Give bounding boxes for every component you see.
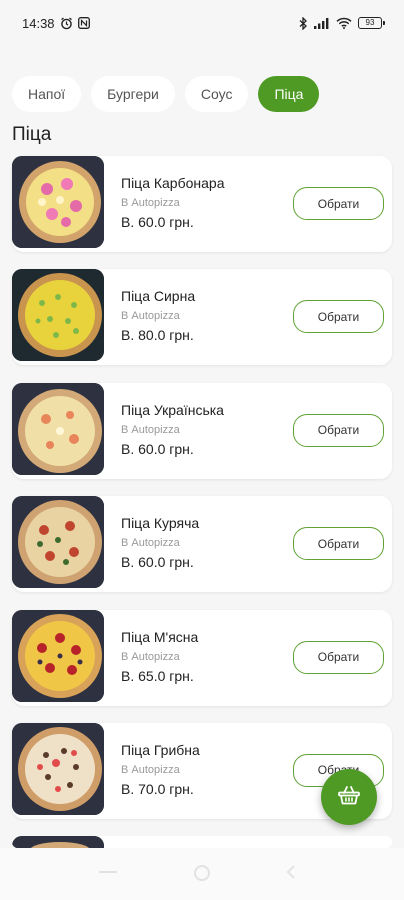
product-price: В. 60.0 грн. xyxy=(121,554,194,571)
product-name: Піца Карбонара xyxy=(121,175,225,191)
basket-button[interactable] xyxy=(321,769,377,825)
alarm-icon xyxy=(60,16,73,30)
product-list: Піца Карбонара В Autopizza В. 60.0 грн. … xyxy=(12,156,392,849)
status-right: 93 xyxy=(299,16,385,30)
product-vendor: В Autopizza xyxy=(121,763,180,776)
tab-napoi[interactable]: Напої xyxy=(12,76,82,112)
battery-icon: 93 xyxy=(358,17,385,29)
product-info: Піца Карбонара В Autopizza В. 60.0 грн. xyxy=(121,175,225,230)
product-vendor: В Autopizza xyxy=(121,310,180,323)
wifi-icon xyxy=(336,17,352,29)
recents-icon[interactable] xyxy=(98,868,118,886)
product-vendor: В Autopizza xyxy=(121,650,180,663)
status-bar: 14:38 93 xyxy=(0,0,404,46)
product-card[interactable]: Піца Куряча В Autopizza В. 60.0 грн. Обр… xyxy=(12,496,392,593)
system-nav-bar xyxy=(0,848,404,900)
tab-sous[interactable]: Соус xyxy=(184,76,249,112)
product-card[interactable]: Піца М'ясна В Autopizza В. 65.0 грн. Обр… xyxy=(12,609,392,706)
product-name: Піца Українська xyxy=(121,401,224,418)
product-price: В. 65.0 грн. xyxy=(121,667,194,684)
product-vendor: В Autopizza xyxy=(121,537,180,550)
category-tabs: Напої Бургери Соус Піца xyxy=(12,76,320,112)
section-title: Піца xyxy=(12,124,52,145)
product-name: Піца Грибна xyxy=(121,741,200,758)
select-button[interactable]: Обрати xyxy=(293,413,384,447)
product-info: Піца Куряча В Autopizza В. 60.0 грн. xyxy=(121,515,199,570)
tab-pitsa[interactable]: Піца xyxy=(258,76,320,112)
bluetooth-icon xyxy=(299,16,308,30)
pizza-image xyxy=(12,722,104,815)
select-button[interactable]: Обрати xyxy=(293,640,384,674)
product-name: Піца Куряча xyxy=(121,515,200,532)
product-vendor: В Autopizza xyxy=(121,423,180,436)
select-button[interactable]: Обрати xyxy=(293,300,384,334)
pizza-image xyxy=(12,382,104,475)
pizza-image xyxy=(12,836,104,849)
product-price: В. 60.0 грн. xyxy=(121,440,194,457)
signal-icon xyxy=(314,17,330,29)
product-price: В. 80.0 грн. xyxy=(121,327,194,344)
product-price: В. 60.0 грн. xyxy=(121,214,194,230)
product-card[interactable]: Піца Карбонара В Autopizza В. 60.0 грн. … xyxy=(12,156,392,252)
pizza-image xyxy=(12,609,104,702)
status-time: 14:38 xyxy=(22,15,55,31)
product-name: Піца М'ясна xyxy=(121,628,199,645)
pizza-image xyxy=(12,496,104,589)
product-info: Піца Сирна В Autopizza В. 80.0 грн. xyxy=(121,288,195,343)
basket-icon xyxy=(338,785,360,810)
product-info: Піца М'ясна В Autopizza В. 65.0 грн. xyxy=(121,629,198,684)
product-card-partial xyxy=(12,836,392,849)
product-name: Піца Сирна xyxy=(121,288,196,305)
battery-level: 93 xyxy=(365,18,375,27)
pizza-image xyxy=(12,269,104,362)
product-info: Піца Грибна В Autopizza В. 70.0 грн. xyxy=(121,742,200,797)
product-card[interactable]: Піца Українська В Autopizza В. 60.0 грн.… xyxy=(12,382,392,479)
tab-burgery[interactable]: Бургери xyxy=(91,76,175,112)
product-info: Піца Українська В Autopizza В. 60.0 грн. xyxy=(121,402,224,457)
back-icon[interactable] xyxy=(284,864,298,885)
select-button[interactable]: Обрати xyxy=(293,187,384,220)
product-vendor: В Autopizza xyxy=(121,197,180,209)
pizza-image xyxy=(12,156,104,248)
nfc-icon xyxy=(77,17,90,29)
product-price: В. 70.0 грн. xyxy=(121,780,194,797)
select-button[interactable]: Обрати xyxy=(293,527,384,561)
home-icon[interactable] xyxy=(193,864,211,887)
status-left: 14:38 xyxy=(22,16,90,31)
product-card[interactable]: Піца Сирна В Autopizza В. 80.0 грн. Обра… xyxy=(12,269,392,366)
